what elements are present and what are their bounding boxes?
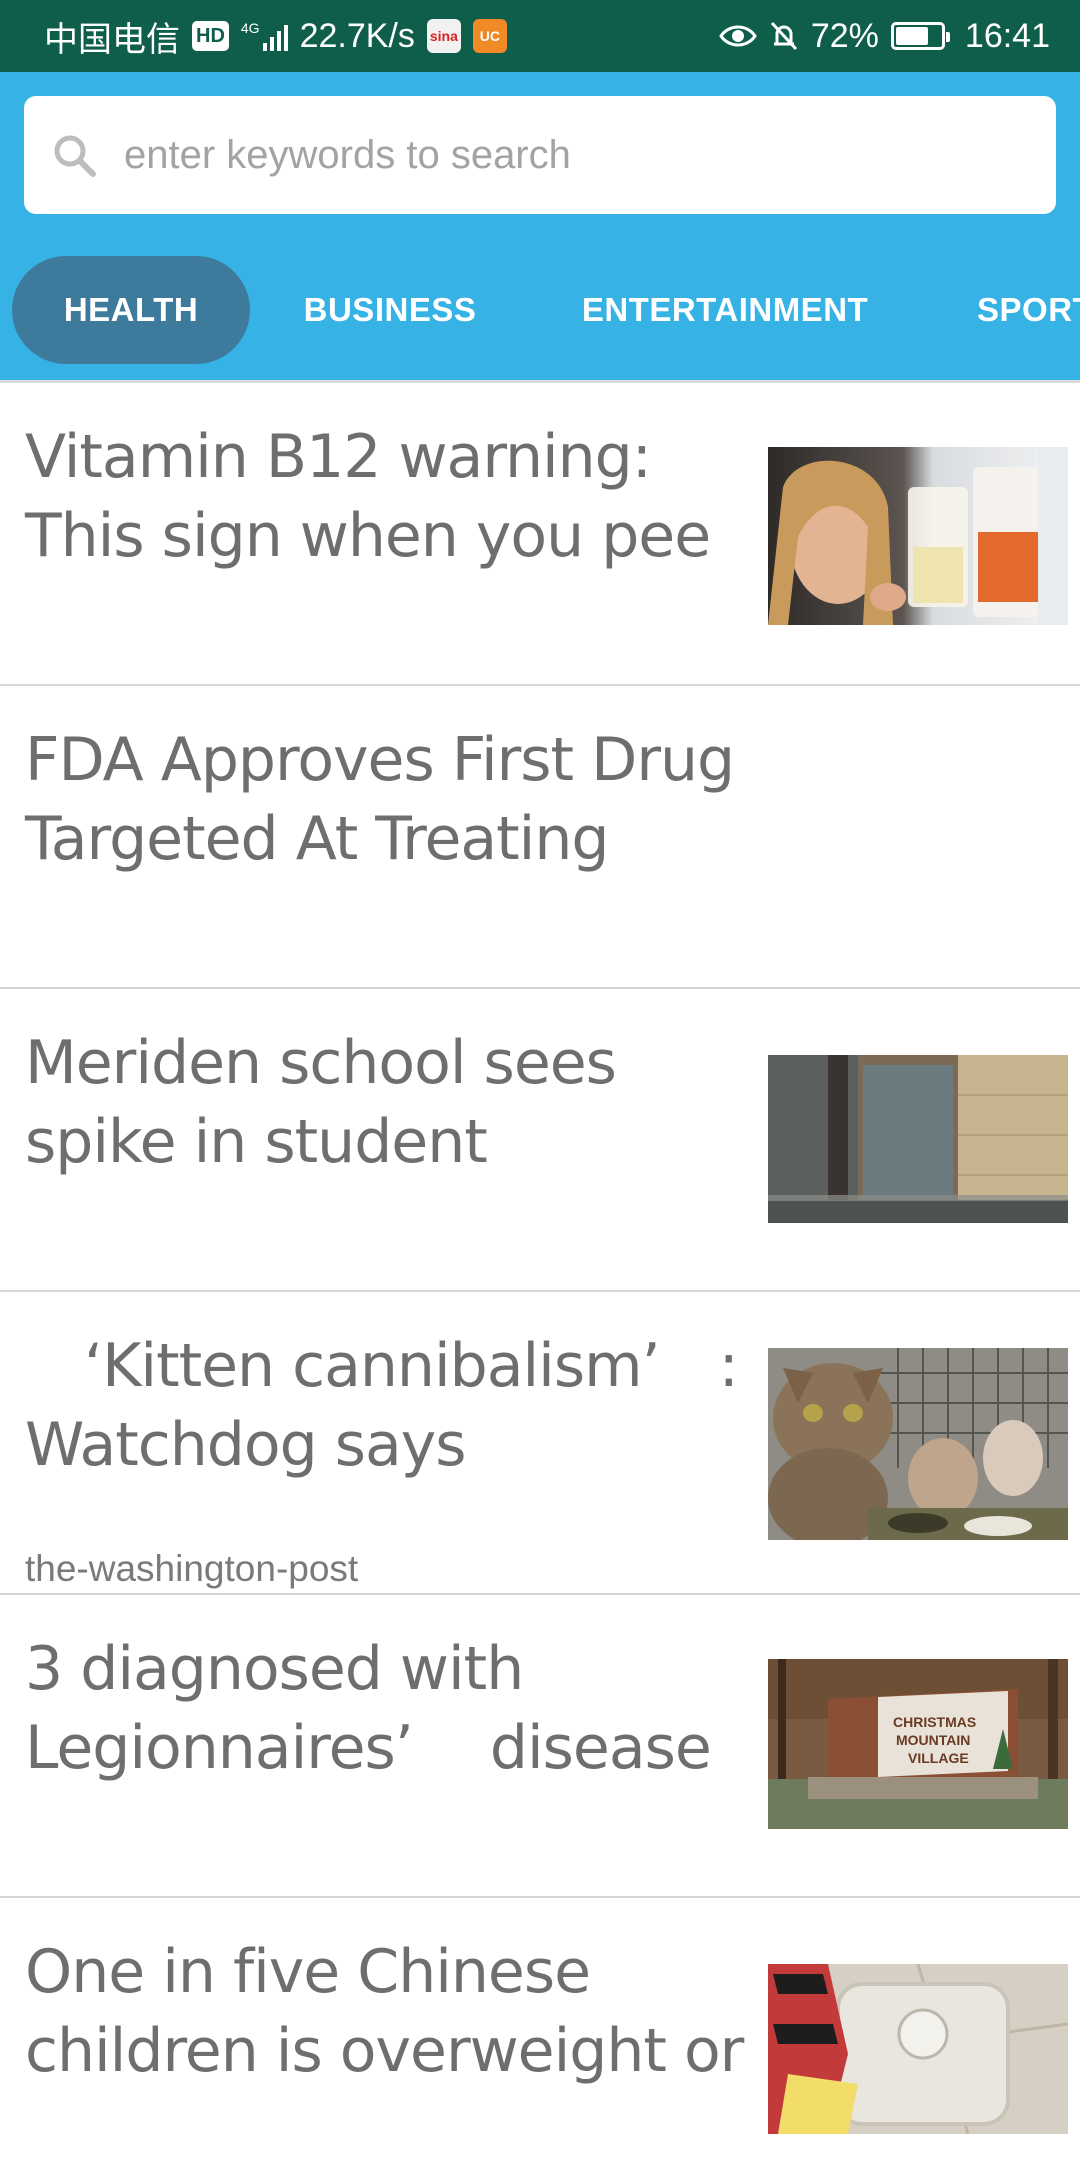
news-item[interactable]: Meriden school sees spike in student	[0, 989, 1080, 1292]
cats-image	[768, 1348, 1068, 1540]
status-bar: 中国电信 HD 4G 22.7K/s sina UC 72% 16:41	[0, 0, 1080, 72]
school-hallway-image	[768, 1055, 1068, 1223]
tab-health[interactable]: HEALTH	[12, 256, 250, 364]
news-thumbnail[interactable]	[768, 1964, 1068, 2134]
news-item[interactable]: Vitamin B12 warning: This sign when you …	[0, 383, 1080, 686]
sina-app-icon: sina	[426, 19, 461, 53]
header: HEALTH BUSINESS ENTERTAINMENT SPORTS	[0, 72, 1080, 380]
network-speed: 22.7K/s	[299, 16, 415, 55]
status-left: 中国电信 HD 4G 22.7K/s sina UC	[44, 12, 507, 61]
search-bar[interactable]	[24, 96, 1056, 214]
search-icon	[54, 135, 96, 177]
signal-icon: 4G	[241, 21, 288, 51]
battery-percent: 72%	[810, 16, 879, 55]
clock: 16:41	[964, 16, 1050, 55]
eye-icon	[719, 25, 757, 47]
tab-business[interactable]: BUSINESS	[290, 256, 490, 364]
news-title[interactable]: Vitamin B12 warning: This sign when you …	[25, 418, 745, 576]
news-thumbnail[interactable]	[768, 1348, 1068, 1540]
tab-entertainment[interactable]: ENTERTAINMENT	[570, 256, 880, 364]
search-input[interactable]	[124, 132, 1024, 178]
tab-sports[interactable]: SPORTS	[960, 256, 1080, 364]
network-type: 4G	[240, 20, 260, 36]
category-tabs: HEALTH BUSINESS ENTERTAINMENT SPORTS	[0, 256, 1080, 364]
battery-icon	[890, 22, 950, 50]
news-title[interactable]: One in five Chinese children is overweig…	[25, 1933, 745, 2091]
news-title[interactable]: Meriden school sees spike in student	[25, 1024, 745, 1182]
hd-badge: HD	[192, 21, 229, 51]
uc-browser-icon: UC	[472, 19, 507, 53]
news-item[interactable]: ‘Kitten cannibalism’ : Watchdog says the…	[0, 1292, 1080, 1595]
mute-bell-icon	[770, 21, 797, 51]
news-thumbnail[interactable]: CHRISTMAS MOUNTAIN VILLAGE	[768, 1659, 1068, 1829]
news-title[interactable]: FDA Approves First Drug Targeted At Trea…	[25, 721, 745, 879]
sign-text-1: CHRISTMAS	[893, 1714, 976, 1730]
scale-child-image	[768, 1964, 1068, 2134]
news-item[interactable]: 3 diagnosed with Legionnaires’ disease C…	[0, 1595, 1080, 1898]
carrier-label: 中国电信	[44, 20, 180, 59]
news-thumbnail[interactable]	[768, 1055, 1068, 1223]
news-feed: Vitamin B12 warning: This sign when you …	[0, 380, 1080, 2160]
news-title[interactable]: 3 diagnosed with Legionnaires’ disease	[25, 1630, 745, 1788]
news-item[interactable]: FDA Approves First Drug Targeted At Trea…	[0, 686, 1080, 989]
sign-text-2: MOUNTAIN	[896, 1732, 970, 1748]
status-right: 72% 16:41	[719, 17, 1050, 56]
news-thumbnail[interactable]	[768, 447, 1068, 625]
news-title[interactable]: ‘Kitten cannibalism’ : Watchdog says	[25, 1327, 745, 1485]
news-item[interactable]: One in five Chinese children is overweig…	[0, 1898, 1080, 2160]
sign-text-3: VILLAGE	[908, 1750, 969, 1766]
village-sign-image: CHRISTMAS MOUNTAIN VILLAGE	[768, 1659, 1068, 1829]
woman-sample-jars-image	[768, 447, 1068, 625]
news-source: the-washington-post	[25, 1548, 359, 1589]
